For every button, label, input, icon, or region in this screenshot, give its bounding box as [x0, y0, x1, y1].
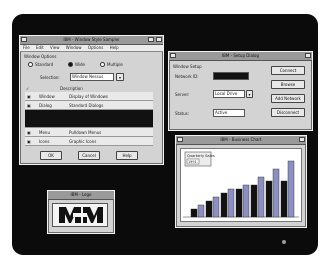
screen-reflection [282, 240, 286, 244]
chart-title-bar[interactable]: IBM - Business Chart [176, 136, 306, 145]
legend-label-1: Quarterly Sales [187, 154, 215, 158]
server-label: Server: [175, 92, 190, 97]
menu-file[interactable]: File [23, 45, 30, 50]
window-sampler-dialog[interactable]: IBM - Window Style Sampler File Edit Vie… [19, 35, 164, 165]
row-col1: Dialog [39, 103, 52, 108]
row-col2: Standard Dialogs [69, 103, 104, 108]
status-input[interactable]: Active [213, 109, 245, 117]
legend-label-2: 1991 [188, 160, 197, 164]
menu-options[interactable]: Options [88, 45, 103, 50]
sampler-title: IBM - Window Style Sampler [63, 37, 120, 42]
bar-series1-cat5 [250, 184, 258, 218]
radio-wide[interactable] [68, 62, 73, 67]
bar-series2-cat6 [272, 168, 280, 218]
bar-series2-cat5 [257, 176, 265, 218]
row-handle-icon: ▣ [27, 130, 31, 135]
browse-button[interactable]: Browse [271, 80, 305, 89]
row-col2: Graphic Icons [69, 139, 97, 144]
row-col1: Menu [39, 130, 50, 135]
bar-series1-cat1 [190, 208, 198, 218]
logo-window[interactable]: IBM - Logo [47, 190, 115, 234]
connect-button[interactable]: Connect [271, 66, 305, 75]
radio-standard[interactable] [28, 62, 33, 67]
server-dropdown-arrow-icon[interactable]: ▾ [246, 90, 253, 98]
group-label: Window Options [24, 54, 57, 59]
setup-title: IBM - Setup Dialog [221, 53, 259, 58]
dropdown-arrow-icon[interactable]: ▾ [116, 73, 124, 81]
row-handle-icon: ▣ [27, 139, 31, 144]
maximize-icon[interactable] [299, 137, 305, 142]
logo-canvas [52, 203, 108, 227]
menu-edit[interactable]: Edit [36, 45, 44, 50]
menu-window[interactable]: Window [66, 45, 82, 50]
bar-series1-cat6 [265, 180, 273, 218]
bar-series2-cat7 [287, 160, 295, 218]
setup-group-label: Window Setup [173, 64, 202, 69]
chart-window[interactable]: IBM - Business Chart Quarterly Sales 199… [175, 135, 307, 228]
list-check-icon: ✓ [26, 86, 30, 91]
setup-title-bar[interactable]: IBM - Setup Dialog [169, 52, 312, 61]
table-row[interactable]: ▣ Dialog Standard Dialogs [25, 101, 153, 110]
maximize-icon[interactable] [156, 37, 162, 42]
list-header: Description [60, 86, 83, 91]
sampler-title-bar[interactable]: IBM - Window Style Sampler [20, 36, 163, 45]
system-menu-icon[interactable] [177, 137, 183, 142]
radio-multiple-label: Multiple [107, 62, 123, 67]
table-row[interactable]: ▣ Window Display of Windows [25, 92, 153, 101]
table-row[interactable]: ▣ Icons Graphic Icons [25, 137, 153, 146]
table-row-selected[interactable] [25, 110, 153, 128]
row-col1: Icons [39, 139, 50, 144]
radio-standard-label: Standard [35, 62, 54, 67]
disconnect-button[interactable]: Disconnect [271, 108, 305, 117]
chart-bars [190, 160, 295, 218]
bar-series1-cat3 [220, 192, 228, 218]
row-handle-icon: ▣ [27, 103, 31, 108]
radio-wide-label: Wide [75, 62, 85, 67]
monitor-screen: IBM - Window Style Sampler File Edit Vie… [6, 8, 324, 261]
add-network-button[interactable]: Add Network [271, 94, 305, 103]
chart-plot-area: Quarterly Sales 1991 [180, 148, 302, 222]
bar-series2-cat3 [227, 188, 235, 218]
menu-view[interactable]: View [50, 45, 60, 50]
system-menu-icon[interactable] [21, 37, 27, 42]
chart-window-title: IBM - Business Chart [220, 137, 262, 142]
cancel-button[interactable]: Cancel [78, 151, 100, 160]
desktop: IBM - Window Style Sampler File Edit Vie… [12, 14, 318, 255]
selection-input[interactable]: Window Nessus [70, 73, 114, 81]
ok-button[interactable]: OK [40, 151, 62, 160]
logo-crossbar [73, 213, 87, 217]
help-button[interactable]: Help [116, 151, 138, 160]
bar-series1-cat7 [280, 180, 288, 218]
network-id-label: Network ID: [175, 74, 199, 79]
table-row[interactable]: ▣ Menu Pulldown Menus [25, 128, 153, 137]
selection-label: Selection: [40, 75, 60, 80]
setup-dialog[interactable]: IBM - Setup Dialog Window Setup Network … [168, 51, 313, 131]
server-input[interactable]: Local Drive [213, 90, 245, 98]
maximize-icon[interactable] [305, 53, 311, 58]
bar-series2-cat1 [197, 204, 205, 218]
bar-series1-cat4 [235, 188, 243, 218]
menu-help[interactable]: Help [110, 45, 119, 50]
logo-graphic [59, 207, 103, 223]
row-col2: Display of Windows [69, 94, 108, 99]
row-col2: Pulldown Menus [69, 130, 102, 135]
network-id-input[interactable] [213, 72, 249, 80]
logo-window-title: IBM - Logo [70, 192, 92, 197]
logo-title-bar[interactable]: IBM - Logo [48, 191, 114, 200]
bar-chart: Quarterly Sales 1991 [183, 151, 299, 218]
bar-series2-cat4 [242, 184, 250, 218]
status-label: Status: [175, 111, 190, 116]
row-handle-icon: ▣ [27, 94, 31, 99]
minimize-icon[interactable] [148, 37, 154, 42]
system-menu-icon[interactable] [170, 53, 176, 58]
row-col1: Window [39, 94, 55, 99]
bar-series1-cat2 [205, 200, 213, 218]
chart-legend: Quarterly Sales 1991 [184, 151, 215, 167]
radio-multiple[interactable] [100, 62, 105, 67]
sampler-menu-bar: File Edit View Window Options Help [20, 45, 163, 52]
bar-series2-cat2 [212, 196, 220, 218]
